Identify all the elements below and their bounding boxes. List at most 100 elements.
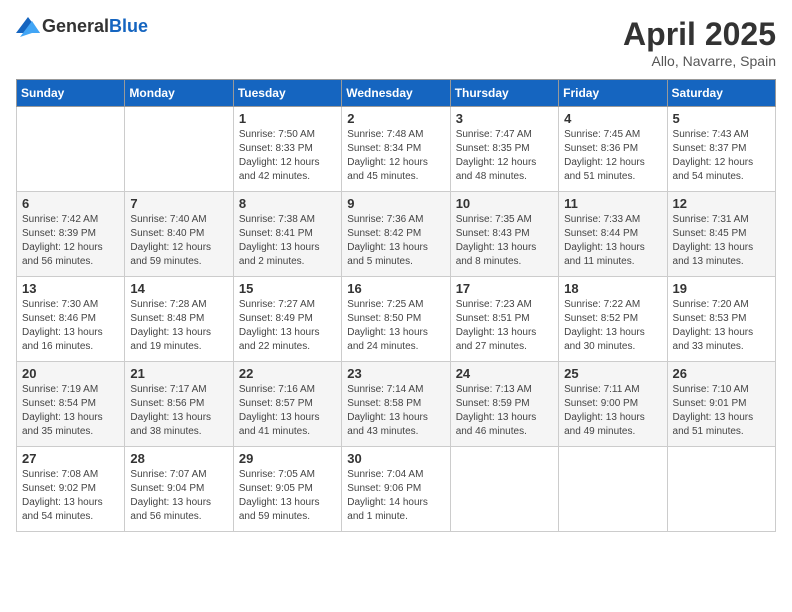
- page-header: GeneralBlue April 2025 Allo, Navarre, Sp…: [16, 16, 776, 69]
- calendar-cell: 7 Sunrise: 7:40 AM Sunset: 8:40 PM Daylig…: [125, 192, 233, 277]
- calendar-cell: 25 Sunrise: 7:11 AM Sunset: 9:00 PM Dayli…: [559, 362, 667, 447]
- day-info: Sunrise: 7:05 AM Sunset: 9:05 PM Dayligh…: [239, 468, 336, 524]
- calendar-cell: 8 Sunrise: 7:38 AM Sunset: 8:41 PM Daylig…: [233, 192, 341, 277]
- day-number: 29: [239, 451, 336, 466]
- day-info: Sunrise: 7:11 AM Sunset: 9:00 PM Dayligh…: [564, 383, 661, 439]
- day-number: 2: [347, 111, 444, 126]
- day-info: Sunrise: 7:48 AM Sunset: 8:34 PM Dayligh…: [347, 128, 444, 184]
- calendar-cell: 1 Sunrise: 7:50 AM Sunset: 8:33 PM Daylig…: [233, 107, 341, 192]
- day-info: Sunrise: 7:35 AM Sunset: 8:43 PM Dayligh…: [456, 213, 553, 269]
- day-of-week-header: Wednesday: [342, 80, 450, 107]
- month-title: April 2025: [623, 16, 776, 53]
- calendar-cell: 23 Sunrise: 7:14 AM Sunset: 8:58 PM Dayli…: [342, 362, 450, 447]
- day-number: 18: [564, 281, 661, 296]
- calendar-cell: 11 Sunrise: 7:33 AM Sunset: 8:44 PM Dayli…: [559, 192, 667, 277]
- calendar-week-row: 20 Sunrise: 7:19 AM Sunset: 8:54 PM Dayli…: [17, 362, 776, 447]
- day-info: Sunrise: 7:28 AM Sunset: 8:48 PM Dayligh…: [130, 298, 227, 354]
- day-info: Sunrise: 7:40 AM Sunset: 8:40 PM Dayligh…: [130, 213, 227, 269]
- day-number: 21: [130, 366, 227, 381]
- logo-general: General: [42, 16, 109, 36]
- day-number: 12: [673, 196, 770, 211]
- day-number: 6: [22, 196, 119, 211]
- day-number: 19: [673, 281, 770, 296]
- calendar-cell: 10 Sunrise: 7:35 AM Sunset: 8:43 PM Dayli…: [450, 192, 558, 277]
- day-number: 9: [347, 196, 444, 211]
- day-info: Sunrise: 7:22 AM Sunset: 8:52 PM Dayligh…: [564, 298, 661, 354]
- calendar-cell: 16Sunrise: 7:25 AM Sunset: 8:50 PM Dayli…: [342, 277, 450, 362]
- day-info: Sunrise: 7:20 AM Sunset: 8:53 PM Dayligh…: [673, 298, 770, 354]
- day-info: Sunrise: 7:31 AM Sunset: 8:45 PM Dayligh…: [673, 213, 770, 269]
- day-number: 23: [347, 366, 444, 381]
- calendar-cell: 29 Sunrise: 7:05 AM Sunset: 9:05 PM Dayli…: [233, 447, 341, 532]
- calendar-cell: [667, 447, 775, 532]
- day-number: 11: [564, 196, 661, 211]
- calendar-cell: 17 Sunrise: 7:23 AM Sunset: 8:51 PM Dayli…: [450, 277, 558, 362]
- day-of-week-header: Monday: [125, 80, 233, 107]
- calendar-cell: 18 Sunrise: 7:22 AM Sunset: 8:52 PM Dayli…: [559, 277, 667, 362]
- calendar-cell: 2 Sunrise: 7:48 AM Sunset: 8:34 PM Daylig…: [342, 107, 450, 192]
- calendar-week-row: 27 Sunrise: 7:08 AM Sunset: 9:02 PM Dayli…: [17, 447, 776, 532]
- day-info: Sunrise: 7:04 AM Sunset: 9:06 PM Dayligh…: [347, 468, 444, 524]
- calendar-cell: 20 Sunrise: 7:19 AM Sunset: 8:54 PM Dayli…: [17, 362, 125, 447]
- day-info: Sunrise: 7:45 AM Sunset: 8:36 PM Dayligh…: [564, 128, 661, 184]
- day-info: Sunrise: 7:14 AM Sunset: 8:58 PM Dayligh…: [347, 383, 444, 439]
- day-number: 17: [456, 281, 553, 296]
- calendar-cell: 28Sunrise: 7:07 AM Sunset: 9:04 PM Dayli…: [125, 447, 233, 532]
- day-of-week-header: Tuesday: [233, 80, 341, 107]
- day-of-week-header: Sunday: [17, 80, 125, 107]
- day-info: Sunrise: 7:27 AM Sunset: 8:49 PM Dayligh…: [239, 298, 336, 354]
- day-info: Sunrise: 7:33 AM Sunset: 8:44 PM Dayligh…: [564, 213, 661, 269]
- day-number: 7: [130, 196, 227, 211]
- calendar-cell: [125, 107, 233, 192]
- calendar-cell: 3Sunrise: 7:47 AM Sunset: 8:35 PM Daylig…: [450, 107, 558, 192]
- day-number: 24: [456, 366, 553, 381]
- day-info: Sunrise: 7:23 AM Sunset: 8:51 PM Dayligh…: [456, 298, 553, 354]
- calendar-cell: 26Sunrise: 7:10 AM Sunset: 9:01 PM Dayli…: [667, 362, 775, 447]
- logo-icon: [16, 17, 40, 37]
- day-number: 15: [239, 281, 336, 296]
- day-of-week-header: Friday: [559, 80, 667, 107]
- day-info: Sunrise: 7:36 AM Sunset: 8:42 PM Dayligh…: [347, 213, 444, 269]
- day-number: 4: [564, 111, 661, 126]
- day-number: 1: [239, 111, 336, 126]
- logo: GeneralBlue: [16, 16, 148, 37]
- calendar-cell: 15 Sunrise: 7:27 AM Sunset: 8:49 PM Dayli…: [233, 277, 341, 362]
- title-block: April 2025 Allo, Navarre, Spain: [623, 16, 776, 69]
- day-info: Sunrise: 7:17 AM Sunset: 8:56 PM Dayligh…: [130, 383, 227, 439]
- day-number: 20: [22, 366, 119, 381]
- day-number: 3: [456, 111, 553, 126]
- day-info: Sunrise: 7:38 AM Sunset: 8:41 PM Dayligh…: [239, 213, 336, 269]
- calendar-cell: 6Sunrise: 7:42 AM Sunset: 8:39 PM Daylig…: [17, 192, 125, 277]
- day-info: Sunrise: 7:19 AM Sunset: 8:54 PM Dayligh…: [22, 383, 119, 439]
- calendar-cell: 27 Sunrise: 7:08 AM Sunset: 9:02 PM Dayli…: [17, 447, 125, 532]
- day-info: Sunrise: 7:25 AM Sunset: 8:50 PM Dayligh…: [347, 298, 444, 354]
- day-number: 13: [22, 281, 119, 296]
- day-info: Sunrise: 7:08 AM Sunset: 9:02 PM Dayligh…: [22, 468, 119, 524]
- calendar-cell: 5 Sunrise: 7:43 AM Sunset: 8:37 PM Daylig…: [667, 107, 775, 192]
- calendar-cell: [559, 447, 667, 532]
- calendar-cell: [450, 447, 558, 532]
- day-number: 27: [22, 451, 119, 466]
- calendar-week-row: 6Sunrise: 7:42 AM Sunset: 8:39 PM Daylig…: [17, 192, 776, 277]
- calendar-cell: 30 Sunrise: 7:04 AM Sunset: 9:06 PM Dayli…: [342, 447, 450, 532]
- day-number: 22: [239, 366, 336, 381]
- day-number: 10: [456, 196, 553, 211]
- day-info: Sunrise: 7:50 AM Sunset: 8:33 PM Dayligh…: [239, 128, 336, 184]
- calendar-cell: [17, 107, 125, 192]
- day-info: Sunrise: 7:43 AM Sunset: 8:37 PM Dayligh…: [673, 128, 770, 184]
- location: Allo, Navarre, Spain: [623, 53, 776, 69]
- calendar-cell: 4 Sunrise: 7:45 AM Sunset: 8:36 PM Daylig…: [559, 107, 667, 192]
- calendar-cell: 19 Sunrise: 7:20 AM Sunset: 8:53 PM Dayli…: [667, 277, 775, 362]
- day-number: 30: [347, 451, 444, 466]
- calendar-cell: 12 Sunrise: 7:31 AM Sunset: 8:45 PM Dayli…: [667, 192, 775, 277]
- day-number: 8: [239, 196, 336, 211]
- day-number: 28: [130, 451, 227, 466]
- calendar-cell: 22Sunrise: 7:16 AM Sunset: 8:57 PM Dayli…: [233, 362, 341, 447]
- calendar-week-row: 1 Sunrise: 7:50 AM Sunset: 8:33 PM Daylig…: [17, 107, 776, 192]
- calendar-body: 1 Sunrise: 7:50 AM Sunset: 8:33 PM Daylig…: [17, 107, 776, 532]
- day-number: 25: [564, 366, 661, 381]
- day-number: 14: [130, 281, 227, 296]
- day-number: 5: [673, 111, 770, 126]
- calendar-table: SundayMondayTuesdayWednesdayThursdayFrid…: [16, 79, 776, 532]
- day-of-week-header: Thursday: [450, 80, 558, 107]
